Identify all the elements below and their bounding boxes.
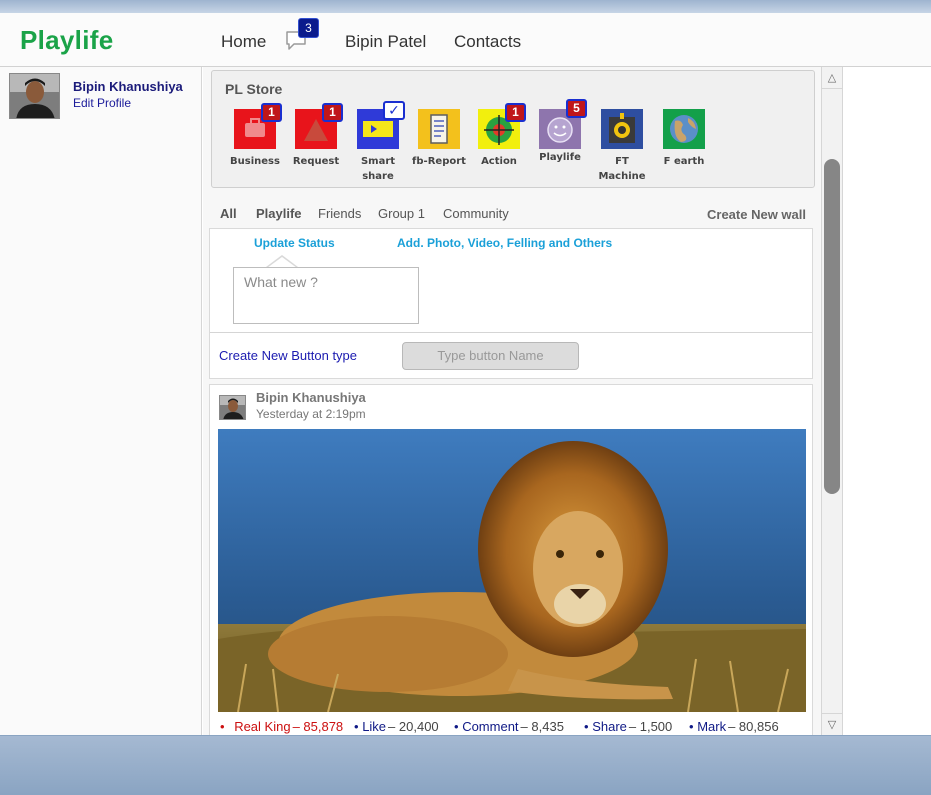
profile-name[interactable]: Bipin Khanushiya (73, 79, 183, 94)
left-sidebar: Bipin Khanushiya Edit Profile (0, 67, 202, 735)
filter-all[interactable]: All (220, 206, 237, 221)
app-badge: 1 (505, 103, 526, 122)
right-gutter (843, 67, 931, 735)
reaction-count: – 85,878 (292, 719, 344, 734)
profile-avatar[interactable] (9, 73, 60, 119)
store-app-f-earth[interactable]: F earth (654, 109, 714, 169)
post-photo-lion[interactable] (218, 429, 806, 712)
store-app-ft-machine[interactable]: FT Machine (592, 109, 652, 184)
message-count-badge[interactable]: 3 (298, 18, 319, 38)
report-icon (418, 109, 460, 149)
app-label: F earth (663, 156, 705, 167)
button-name-input[interactable]: Type button Name (402, 342, 579, 370)
app-window: Playlife Home 3 Bipin Patel Contacts Bip… (0, 13, 931, 735)
scroll-thumb[interactable] (824, 159, 840, 494)
app-label: Smart share (360, 156, 396, 182)
reaction-count: – 8,435 (520, 719, 564, 734)
reaction-mark[interactable]: • Mark – 80,856 (689, 719, 779, 734)
action-icon: 1 (478, 103, 526, 149)
app-badge: 5 (566, 99, 587, 118)
post-author-name[interactable]: Bipin Khanushiya (256, 390, 366, 405)
reaction-count: – 1,500 (628, 719, 673, 734)
scroll-up-arrow-icon[interactable]: △ (822, 67, 842, 89)
reaction-comment[interactable]: • Comment – 8,435 (454, 719, 564, 734)
store-title: PL Store (225, 81, 283, 97)
create-new-wall-button[interactable]: Create New wall (707, 207, 806, 222)
reaction-label: Real King (234, 719, 291, 734)
bullet-icon: • (354, 719, 359, 734)
nav-user-profile[interactable]: Bipin Patel (345, 32, 426, 52)
composer-divider (210, 332, 812, 333)
reaction-label: Mark (697, 719, 727, 734)
top-nav-bar: Playlife Home 3 Bipin Patel Contacts (0, 13, 931, 67)
vertical-scrollbar[interactable]: △ ▽ (821, 67, 843, 735)
app-label: Business (230, 156, 280, 167)
bullet-icon: • (220, 719, 225, 734)
reaction-label: Share (592, 719, 627, 734)
checkmark-badge: ✓ (383, 101, 405, 120)
machine-icon (601, 109, 643, 149)
desktop-top-band (0, 0, 931, 13)
app-label: Action (481, 156, 517, 167)
store-app-playlife[interactable]: 5 Playlife (530, 99, 590, 165)
app-badge: 1 (261, 103, 282, 122)
store-app-smart-share[interactable]: ✓ Smart share (348, 101, 408, 184)
reaction-label: Like (362, 719, 387, 734)
reaction-real-king[interactable]: • Real King – 85,878 (220, 719, 343, 734)
store-app-business[interactable]: 1 Business (225, 103, 285, 169)
app-label: fb-Report (412, 156, 466, 167)
reaction-count: – 80,856 (728, 719, 779, 734)
store-app-fb-report[interactable]: fb-Report (409, 109, 469, 169)
scroll-down-arrow-icon[interactable]: ▽ (822, 713, 842, 735)
nav-contacts[interactable]: Contacts (454, 32, 521, 52)
filter-community[interactable]: Community (443, 206, 509, 221)
filter-group-1[interactable]: Group 1 (378, 206, 425, 221)
pl-store-panel: PL Store 1 Business 1 Request ✓ Smart sh… (211, 70, 815, 188)
app-label: FT Machine (598, 156, 646, 182)
store-app-action[interactable]: 1 Action (469, 103, 529, 169)
smart-share-icon: ✓ (357, 101, 405, 149)
nav-home[interactable]: Home (221, 32, 266, 52)
smiley-icon: 5 (539, 99, 587, 149)
main-feed: PL Store 1 Business 1 Request ✓ Smart sh… (203, 67, 821, 735)
post-author-avatar[interactable] (219, 395, 246, 420)
bullet-icon: • (454, 719, 459, 734)
app-label: Request (292, 156, 340, 167)
edit-profile-link[interactable]: Edit Profile (73, 96, 131, 110)
status-composer: Update Status Add. Photo, Video, Felling… (209, 228, 813, 379)
app-label: Playlife (539, 152, 581, 163)
filter-playlife[interactable]: Playlife (256, 206, 302, 221)
reaction-share[interactable]: • Share – 1,500 (584, 719, 672, 734)
bullet-icon: • (689, 719, 694, 734)
request-icon: 1 (295, 103, 343, 149)
app-badge: 1 (322, 103, 343, 122)
feed-post: Bipin Khanushiya Yesterday at 2:19pm • R… (209, 384, 813, 735)
tab-update-status[interactable]: Update Status (254, 236, 335, 250)
app-logo[interactable]: Playlife (20, 25, 113, 56)
store-app-request[interactable]: 1 Request (286, 103, 346, 169)
status-input[interactable]: What new ? (233, 267, 419, 324)
post-timestamp[interactable]: Yesterday at 2:19pm (256, 407, 366, 421)
tab-add-media[interactable]: Add. Photo, Video, Felling and Others (397, 236, 612, 250)
reaction-count: – 20,400 (388, 719, 439, 734)
globe-icon (663, 109, 705, 149)
bullet-icon: • (584, 719, 589, 734)
create-button-type-link[interactable]: Create New Button type (219, 348, 357, 363)
filter-friends[interactable]: Friends (318, 206, 361, 221)
desktop-bottom-band (0, 736, 931, 795)
briefcase-icon: 1 (234, 103, 282, 149)
reaction-label: Comment (462, 719, 519, 734)
reaction-like[interactable]: • Like – 20,400 (354, 719, 439, 734)
